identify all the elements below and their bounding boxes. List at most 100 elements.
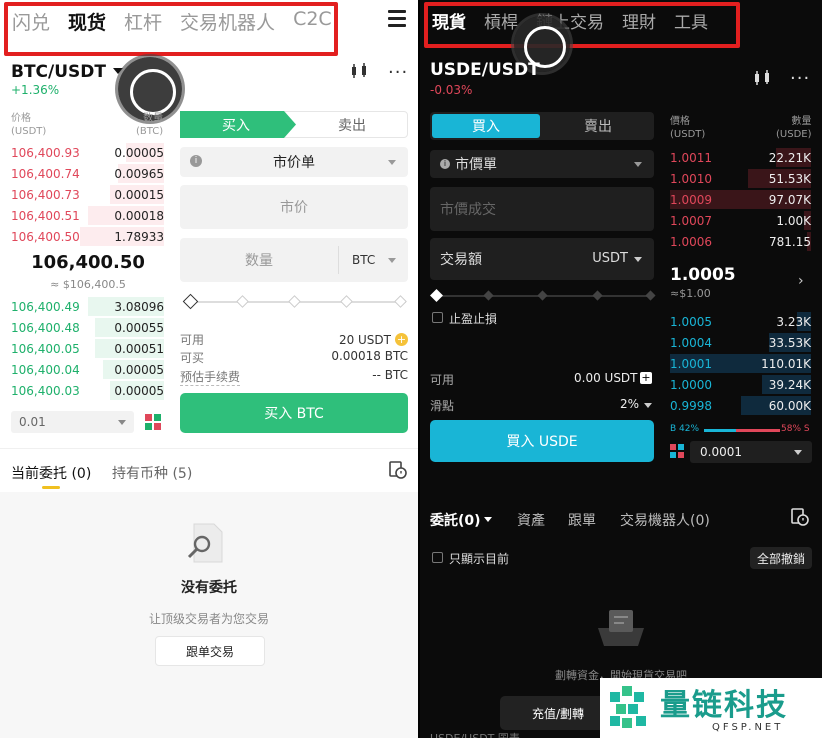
row-qty: 781.15 <box>769 234 811 249</box>
depth-view-icon[interactable] <box>145 414 161 430</box>
buy-tab[interactable]: 買入 <box>432 114 540 138</box>
quantity-unit[interactable]: BTC <box>352 253 375 267</box>
tab-holdings[interactable]: 持有币种 (5) <box>112 463 192 483</box>
row-price: 106,400.93 <box>11 145 80 160</box>
order-book-row[interactable]: 106,400.51 0.00018 <box>11 205 164 226</box>
cancel-all-button[interactable]: 全部撤銷 <box>750 547 812 569</box>
footer-pair-chart[interactable]: USDE/USDT 圖表 <box>430 730 520 738</box>
row-price: 106,400.03 <box>11 383 80 398</box>
row-qty: 0.00018 <box>114 208 164 223</box>
row-qty: 3.08096 <box>114 299 164 314</box>
order-book-row[interactable]: 1.0009 97.07K <box>670 189 811 210</box>
buy-btc-button[interactable]: 买入 BTC <box>180 393 408 433</box>
tpsl-label[interactable]: 止盈止損 <box>449 310 497 327</box>
last-price-fiat: ≈ $106,400.5 <box>50 278 126 291</box>
row-qty: 0.00005 <box>114 383 164 398</box>
menu-icon[interactable] <box>388 10 406 31</box>
candlestick-icon[interactable] <box>350 63 370 79</box>
tab-trading-bot[interactable]: 交易機器人(0) <box>620 510 710 530</box>
order-book-row[interactable]: 106,400.93 0.00005 <box>11 142 164 163</box>
order-book-row[interactable]: 106,400.04 0.00005 <box>11 359 164 380</box>
order-book-row[interactable]: 106,400.50 1.78933 <box>11 226 164 247</box>
row-price: 106,400.51 <box>11 208 80 223</box>
pair-title[interactable]: USDE/USDT <box>430 60 540 80</box>
order-book-row[interactable]: 1.0005 3.23K <box>670 311 811 332</box>
fee-label[interactable]: 预估手续费 <box>180 368 241 386</box>
sell-tab[interactable]: 賣出 <box>544 114 652 138</box>
depth-view-icon[interactable] <box>670 444 685 459</box>
brand-logo-icon <box>610 686 646 728</box>
tpsl-checkbox[interactable] <box>432 312 443 323</box>
order-book-row[interactable]: 1.0010 51.53K <box>670 168 811 189</box>
tab-open-orders[interactable]: 当前委托 (0) <box>11 463 91 483</box>
deposit-transfer-button[interactable]: 充值/劃轉 <box>500 696 616 730</box>
pair-title[interactable]: BTC/USDT <box>11 62 106 82</box>
candlestick-icon[interactable] <box>753 70 773 86</box>
ob-price-header: 价格 <box>11 113 31 124</box>
chevron-right-icon[interactable]: › <box>798 273 804 289</box>
more-icon[interactable]: ··· <box>790 68 810 89</box>
order-book-row[interactable]: 1.0011 22.21K <box>670 147 811 168</box>
row-qty: 3.23K <box>776 314 811 329</box>
tab-orders[interactable]: 委託(0) <box>430 510 481 530</box>
depth-select[interactable]: 0.01 <box>11 411 134 433</box>
slider-handle[interactable] <box>182 293 199 310</box>
only-current-checkbox[interactable] <box>432 552 443 563</box>
row-price: 1.0011 <box>670 150 712 165</box>
order-history-icon[interactable] <box>389 461 407 479</box>
info-icon[interactable]: i <box>440 159 450 169</box>
add-funds-icon[interactable]: + <box>640 372 652 384</box>
row-price: 0.9998 <box>670 398 712 413</box>
slippage-label: 滑點 <box>430 399 455 413</box>
order-book-row[interactable]: 106,400.73 0.00015 <box>11 184 164 205</box>
info-icon[interactable]: i <box>190 155 202 167</box>
order-type-select[interactable]: i 市价单 <box>180 147 408 177</box>
order-book-row[interactable]: 106,400.48 0.00055 <box>11 317 164 338</box>
ratio-bar <box>704 429 780 432</box>
order-book-row[interactable]: 1.0004 33.53K <box>670 332 811 353</box>
row-price: 106,400.05 <box>11 341 80 356</box>
tab-assets[interactable]: 資產 <box>517 510 545 530</box>
row-price: 106,400.48 <box>11 320 80 335</box>
only-current-label[interactable]: 只顯示目前 <box>449 550 509 567</box>
ob-price-unit: (USDT) <box>11 126 47 137</box>
add-funds-icon[interactable]: + <box>395 333 408 346</box>
chevron-down-icon <box>634 162 642 167</box>
row-price: 106,400.74 <box>11 166 80 181</box>
order-history-icon[interactable] <box>791 508 809 526</box>
more-icon[interactable]: ··· <box>388 62 408 83</box>
order-book-row[interactable]: 1.0001 110.01K <box>670 353 811 374</box>
buy-tab[interactable]: 买入 <box>180 111 292 138</box>
tab-copy-trade[interactable]: 跟單 <box>568 510 596 530</box>
quantity-field[interactable]: 数量 BTC <box>180 238 408 282</box>
empty-subtitle: 让顶级交易者为您交易 <box>148 612 269 626</box>
order-book-row[interactable]: 106,400.03 0.00005 <box>11 380 164 401</box>
empty-title: 没有委托 <box>181 580 237 596</box>
order-book-row[interactable]: 106,400.05 0.00051 <box>11 338 164 359</box>
chevron-down-icon[interactable] <box>484 517 492 522</box>
row-qty: 0.00965 <box>114 166 164 181</box>
order-book-row[interactable]: 1.0000 39.24K <box>670 374 811 395</box>
slider-handle[interactable] <box>430 289 443 302</box>
depth-select-value: 0.0001 <box>700 445 742 459</box>
slippage-value[interactable]: 2% <box>620 397 639 411</box>
sell-tab[interactable]: 卖出 <box>296 111 408 138</box>
depth-select[interactable]: 0.0001 <box>690 441 812 463</box>
available-value: 20 USDT <box>338 332 391 347</box>
order-type-select[interactable]: i 市價單 <box>430 150 654 178</box>
order-book-row[interactable]: 1.0007 1.00K <box>670 210 811 231</box>
order-book-row[interactable]: 0.9998 60.00K <box>670 395 811 416</box>
amount-field[interactable]: 交易額 USDT <box>430 238 654 280</box>
order-book-row[interactable]: 106,400.74 0.00965 <box>11 163 164 184</box>
chevron-down-icon <box>388 160 396 165</box>
available-label: 可用 <box>180 333 205 347</box>
order-book-row[interactable]: 106,400.49 3.08096 <box>11 296 164 317</box>
order-book-row[interactable]: 1.0006 781.15 <box>670 231 811 252</box>
buy-usde-button[interactable]: 買入 USDE <box>430 420 654 462</box>
chevron-down-icon <box>118 420 126 425</box>
watermark: 量链科技 QFSP.NET <box>600 678 822 738</box>
row-qty: 0.00055 <box>114 320 164 335</box>
amount-unit[interactable]: USDT <box>592 251 628 266</box>
copy-trade-button[interactable]: 跟单交易 <box>155 636 265 666</box>
quantity-placeholder: 数量 <box>245 253 273 269</box>
